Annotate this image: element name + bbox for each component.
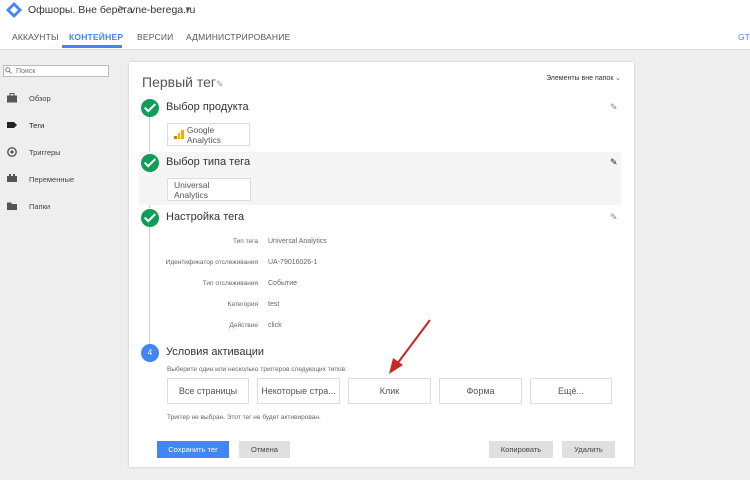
sidebar-item-folders[interactable]: Папки [0,197,116,215]
field-label: Действие [229,322,258,329]
delete-button[interactable]: Удалить [562,441,615,458]
folder-selector[interactable]: Элементы вне папок [546,75,613,82]
product-value[interactable]: Google Analytics [167,123,250,146]
step-connector [149,116,150,152]
cancel-button[interactable]: Отмена [239,441,290,458]
field-value: test [268,301,280,308]
step-number-badge: 4 [141,344,159,362]
trigger-click-button[interactable]: Клик [348,378,431,404]
step-title-tag-type: Выбор типа тега [166,156,251,168]
tab-accounts[interactable]: АККАУНТЫ [12,32,59,42]
save-tag-button[interactable]: Сохранить тег [157,441,229,458]
trigger-more-button[interactable]: Ещё... [530,378,612,404]
sidebar-item-tags[interactable]: Теги [0,116,116,134]
tab-admin[interactable]: АДМИНИСТРИРОВАНИЕ [186,32,290,42]
top-bar: Офшоры. Вне берега > vne-berega.ru ▼ [0,0,750,22]
trigger-form-button[interactable]: Форма [439,378,522,404]
tab-gtm-id[interactable]: GTM [738,32,750,42]
field-value: Событие [268,280,297,287]
briefcase-icon [7,93,17,103]
field-value: Universal Analytics [268,238,327,245]
search-input[interactable] [16,66,106,76]
step-connector [149,227,150,344]
active-tab-indicator [62,45,122,48]
tab-container[interactable]: КОНТЕЙНЕР [69,32,123,42]
edit-config-icon[interactable]: ✎ [610,212,618,223]
edit-product-icon[interactable]: ✎ [610,102,618,113]
field-label: Тип отслеживания [202,280,258,287]
tag-icon [7,122,17,128]
trigger-all-pages-button[interactable]: Все страницы [167,378,249,404]
tag-type-value[interactable]: Universal Analytics [167,178,251,201]
sidebar-item-label: Папки [29,202,51,211]
product-value-label: Google Analytics [186,124,221,145]
sidebar-item-triggers[interactable]: Триггеры [0,143,116,161]
field-label: Тип тега [232,238,258,245]
copy-button[interactable]: Копировать [489,441,553,458]
container-dropdown-icon[interactable]: ▼ [184,5,192,14]
chevron-down-icon[interactable]: ⌄ [615,74,621,82]
sidebar-item-label: Переменные [29,175,75,184]
sidebar-item-variables[interactable]: Переменные [0,170,116,188]
step-complete-icon [141,209,159,227]
trigger-icon [7,147,17,157]
annotation-arrow-icon [389,319,431,374]
trigger-status-text: Триггер не выбран. Этот тег не будет акт… [167,414,321,421]
gtm-logo-icon[interactable] [6,2,22,18]
step-complete-icon [141,154,159,172]
search-icon [5,67,12,74]
folder-icon [7,202,17,210]
sidebar-item-label: Триггеры [29,148,61,157]
google-analytics-icon [174,130,184,139]
edit-title-icon[interactable]: ✎ [216,79,224,90]
sidebar-item-label: Обзор [29,94,51,103]
sidebar-item-overview[interactable]: Обзор [0,89,116,107]
variables-icon [7,174,17,182]
breadcrumb-separator: > [118,3,125,15]
trigger-some-pages-button[interactable]: Некоторые стра... [257,378,340,404]
step-title-config: Настройка тега [166,211,245,223]
edit-tag-type-icon[interactable]: ✎ [610,157,618,168]
trigger-hint: Выберите один или несколько триггеров сл… [167,366,347,373]
tab-versions[interactable]: ВЕРСИИ [137,32,173,42]
field-value: UA-79016026-1 [268,259,318,266]
account-name[interactable]: Офшоры. Вне берега [28,4,133,16]
step-title-product: Выбор продукта [166,101,249,113]
tag-title[interactable]: Первый тег [142,74,216,90]
field-label: Категория [227,301,258,308]
field-value: click [268,322,282,329]
field-label: Идентификатор отслеживания [165,259,258,266]
step-complete-icon [141,99,159,117]
step-title-triggers: Условия активации [166,346,265,358]
sidebar-item-label: Теги [29,121,45,130]
